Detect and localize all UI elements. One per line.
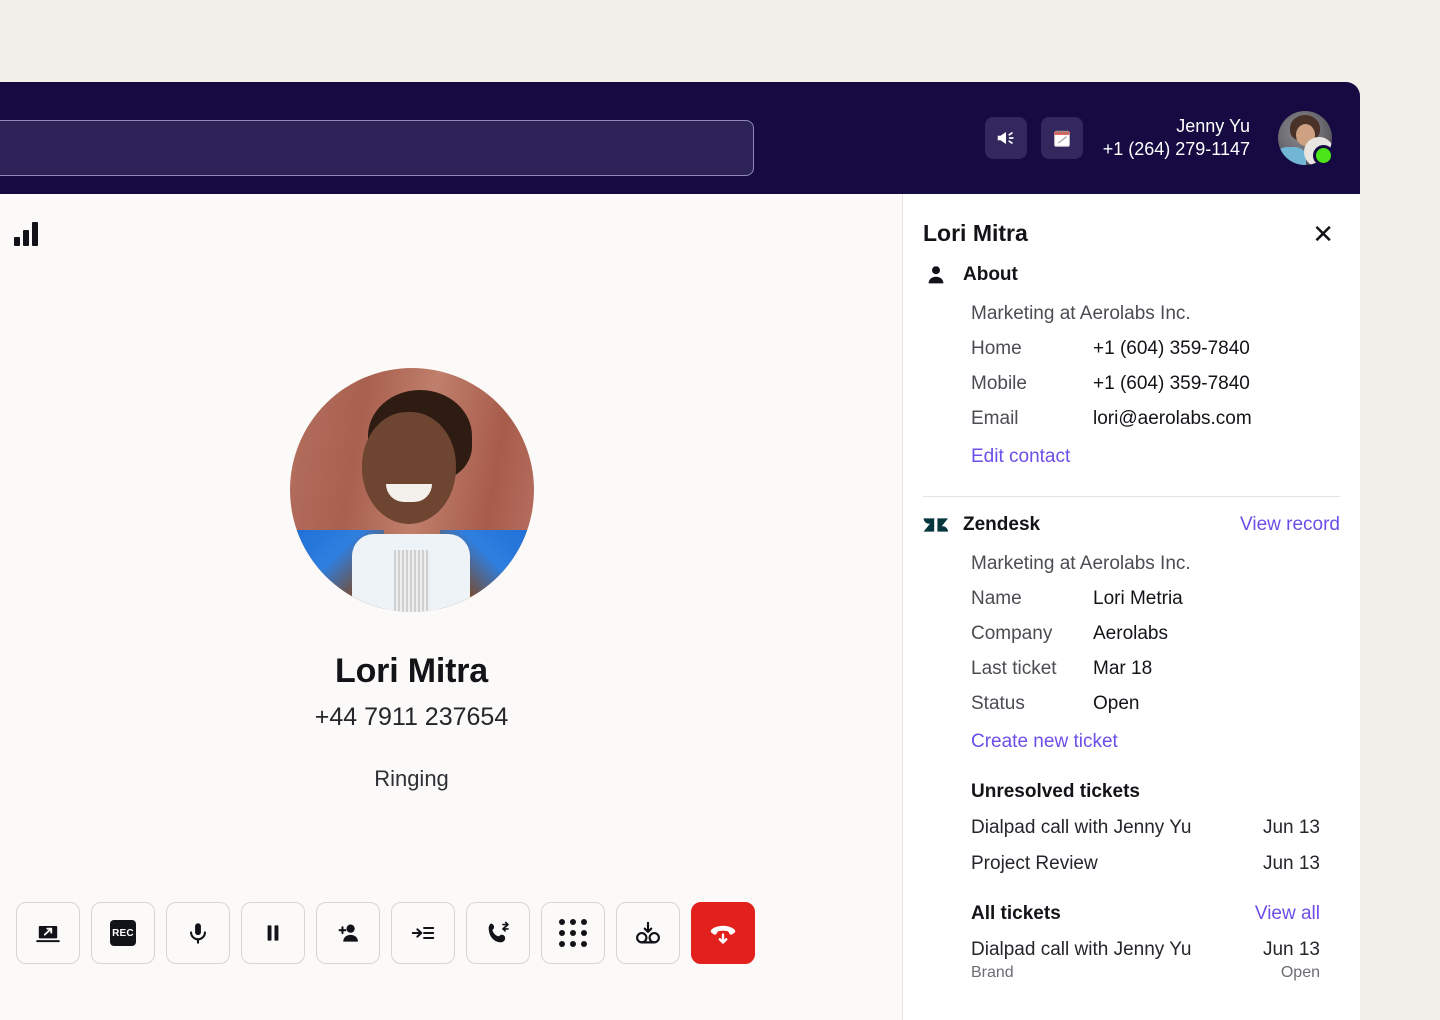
transfer-button[interactable]: [391, 902, 455, 964]
mute-button[interactable]: [166, 902, 230, 964]
voicemail-icon: [634, 919, 662, 947]
search-input[interactable]: [0, 120, 754, 176]
zendesk-section: Zendesk View record Marketing at Aerolab…: [903, 497, 1360, 982]
about-subtitle: Marketing at Aerolabs Inc.: [971, 303, 1340, 325]
transfer-arrow-icon: [410, 920, 436, 946]
unresolved-tickets-title: Unresolved tickets: [971, 781, 1140, 803]
screen-share-icon: [35, 920, 61, 946]
panel-title: Lori Mitra: [923, 220, 1028, 247]
contact-details-panel: Lori Mitra ✕ About Marketing at Aerolabs…: [903, 194, 1360, 1020]
view-record-link[interactable]: View record: [1240, 514, 1340, 536]
hold-button[interactable]: [241, 902, 305, 964]
call-swap-button[interactable]: [466, 902, 530, 964]
call-contact-number: +44 7911 237654: [315, 703, 508, 732]
field-value: lori@aerolabs.com: [1093, 408, 1252, 430]
zendesk-field-name: Name Lori Metria: [971, 588, 1340, 610]
field-value: +1 (604) 359-7840: [1093, 373, 1250, 395]
field-label: Last ticket: [971, 658, 1093, 680]
ticket-date: Jun 13: [1263, 853, 1320, 875]
field-label: Name: [971, 588, 1093, 610]
zendesk-title: Zendesk: [963, 514, 1040, 536]
hangup-icon: [708, 918, 738, 948]
top-bar-right-group: Jenny Yu +1 (264) 279-1147: [985, 82, 1332, 194]
zendesk-field-last-ticket: Last ticket Mar 18: [971, 658, 1340, 680]
field-value: Mar 18: [1093, 658, 1152, 680]
about-section: About Marketing at Aerolabs Inc. Home +1…: [903, 247, 1360, 497]
ticket-title: Dialpad call with Jenny Yu: [971, 817, 1191, 839]
all-tickets-title: All tickets: [971, 903, 1061, 925]
keypad-button[interactable]: [541, 902, 605, 964]
calendar-notepad-icon: [1051, 127, 1073, 149]
top-navigation-bar: Jenny Yu +1 (264) 279-1147: [0, 82, 1360, 194]
field-value: Aerolabs: [1093, 623, 1168, 645]
field-label: Status: [971, 693, 1093, 715]
ticket-status: Open: [1281, 964, 1320, 982]
ticket-title: Dialpad call with Jenny Yu: [971, 939, 1191, 961]
hangup-button[interactable]: [691, 902, 755, 964]
edit-contact-link[interactable]: Edit contact: [971, 446, 1340, 468]
about-title: About: [963, 264, 1018, 286]
pause-icon: [260, 920, 286, 946]
all-tickets-header: All tickets View all: [971, 903, 1340, 925]
keypad-icon: [559, 919, 587, 947]
zendesk-logo-icon: [923, 513, 949, 537]
field-label: Email: [971, 408, 1093, 430]
field-label: Mobile: [971, 373, 1093, 395]
zendesk-field-company: Company Aerolabs: [971, 623, 1340, 645]
create-new-ticket-link[interactable]: Create new ticket: [971, 731, 1340, 753]
notepad-icon-button[interactable]: [1041, 117, 1083, 159]
list-item[interactable]: Dialpad call with Jenny Yu Jun 13: [971, 817, 1340, 839]
about-header: About: [923, 263, 1340, 287]
megaphone-icon-button[interactable]: [985, 117, 1027, 159]
current-user-phone: +1 (264) 279-1147: [1103, 138, 1250, 161]
microphone-icon: [185, 920, 211, 946]
field-value: +1 (604) 359-7840: [1093, 338, 1250, 360]
main-body: Lori Mitra +44 7911 237654 Ringing REC: [0, 194, 1360, 1020]
panel-header: Lori Mitra ✕: [903, 194, 1360, 247]
rec-icon: REC: [110, 920, 136, 946]
call-controls-bar: REC: [16, 902, 755, 964]
megaphone-icon: [995, 127, 1017, 149]
about-field-mobile: Mobile +1 (604) 359-7840: [971, 373, 1340, 395]
screen-share-button[interactable]: [16, 902, 80, 964]
zendesk-header: Zendesk View record: [923, 513, 1340, 537]
app-window: Jenny Yu +1 (264) 279-1147: [0, 82, 1360, 1020]
presence-indicator: [1313, 145, 1334, 166]
zendesk-subtitle: Marketing at Aerolabs Inc.: [971, 553, 1340, 575]
current-user-name: Jenny Yu: [1103, 115, 1250, 138]
active-call-pane: Lori Mitra +44 7911 237654 Ringing REC: [0, 194, 903, 1020]
contact-photo: [290, 368, 534, 612]
avatar[interactable]: [1278, 111, 1332, 165]
add-person-icon: [335, 920, 361, 946]
record-button[interactable]: REC: [91, 902, 155, 964]
phone-swap-icon: [485, 920, 511, 946]
unresolved-tickets-header: Unresolved tickets: [971, 781, 1340, 803]
call-contact-name: Lori Mitra: [335, 652, 488, 691]
field-label: Company: [971, 623, 1093, 645]
field-value: Lori Metria: [1093, 588, 1183, 610]
signal-bars-icon: [14, 222, 38, 246]
ticket-date: Jun 13: [1263, 817, 1320, 839]
voicemail-button[interactable]: [616, 902, 680, 964]
current-user-info: Jenny Yu +1 (264) 279-1147: [1103, 115, 1250, 161]
list-item[interactable]: Dialpad call with Jenny Yu Jun 13: [971, 939, 1340, 961]
list-item[interactable]: Project Review Jun 13: [971, 853, 1340, 875]
zendesk-field-status: Status Open: [971, 693, 1340, 715]
call-status-text: Ringing: [374, 766, 449, 792]
view-all-link[interactable]: View all: [1255, 903, 1320, 925]
ticket-date: Jun 13: [1263, 939, 1320, 961]
about-field-home: Home +1 (604) 359-7840: [971, 338, 1340, 360]
close-icon[interactable]: ✕: [1312, 221, 1334, 247]
search-container: [0, 120, 754, 176]
ticket-brand: Brand: [971, 964, 1014, 982]
ticket-title: Project Review: [971, 853, 1098, 875]
call-details: Lori Mitra +44 7911 237654 Ringing: [0, 368, 903, 792]
field-label: Home: [971, 338, 1093, 360]
add-participant-button[interactable]: [316, 902, 380, 964]
field-value: Open: [1093, 693, 1139, 715]
person-icon: [923, 263, 949, 287]
ticket-meta: Brand Open: [971, 964, 1340, 982]
about-field-email: Email lori@aerolabs.com: [971, 408, 1340, 430]
